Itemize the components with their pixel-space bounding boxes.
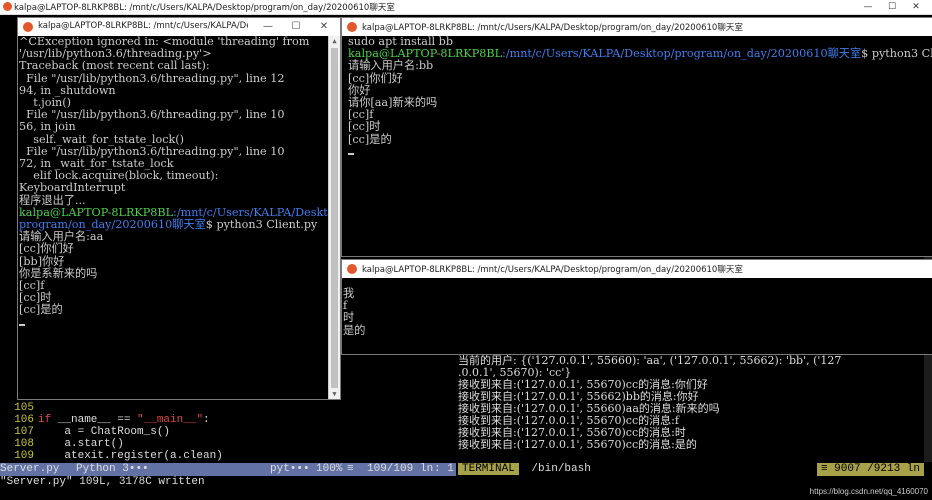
status-eq: ≡ [347, 463, 354, 475]
minimize-button[interactable]: — [856, 0, 880, 14]
terminal-line: 我 [343, 287, 355, 300]
outer-window-title: kalpa@LAPTOP-8LRKP8BL: /mnt/c/Users/KALP… [14, 3, 395, 13]
prompt-line: kalpa@LAPTOP-8LRKP8BL:/mnt/c/Users/KALPA… [348, 47, 932, 61]
status-position: 109/109 [367, 463, 414, 475]
terminal-line: [cc]你们好 [19, 242, 74, 256]
outer-titlebar: kalpa@LAPTOP-8LRKP8BL: /mnt/c/Users/KALP… [0, 0, 932, 15]
vertical-scrollbar[interactable]: ▲ ▼ [328, 36, 340, 399]
cmdline-message: "Server.py" 109L, 3178C written [0, 476, 205, 488]
client-window-bb[interactable]: kalpa@LAPTOP-8LRKP8BL: /mnt/c/Users/KALP… [341, 17, 932, 257]
terminal-line: [cc]f [348, 108, 374, 122]
window-title: kalpa@LAPTOP-8LRKP8BL: /mnt/c/Users/KALP… [362, 23, 743, 33]
cursor-line [347, 146, 932, 158]
status-col: : 1 [434, 463, 454, 475]
maximize-button[interactable]: ☐ [880, 0, 904, 14]
ubuntu-icon [347, 264, 357, 274]
scroll-up-icon[interactable]: ▲ [329, 36, 340, 46]
code-line: 108 a.start() [14, 438, 124, 450]
terminal-line: 你是系新来的吗 [19, 266, 98, 280]
minimize-button[interactable]: — [254, 19, 282, 35]
terminal-line: [cc]f [19, 279, 45, 293]
terminal-body[interactable]: ^CException ignored in: <module 'threadi… [18, 36, 329, 399]
terminal-line: [cc]你们好 [348, 71, 403, 85]
terminal-line: [cc]时 [19, 291, 52, 305]
status-percent: 100% [316, 463, 343, 475]
scroll-down-icon[interactable]: ▼ [329, 389, 340, 399]
scroll-thumb[interactable] [331, 48, 338, 388]
terminal-line: [cc]是的 [19, 303, 63, 317]
close-button[interactable]: ✕ [904, 0, 928, 14]
status-filetype: Python 3••• [76, 463, 149, 475]
terminal-line: [cc]是的 [348, 132, 392, 146]
terminal-badge: TERMINAL [458, 463, 519, 475]
text-cursor [348, 152, 354, 155]
shell-path: /bin/bash [531, 463, 591, 475]
window-title: kalpa@LAPTOP-8LRKP8BL: /mnt/c/Users/KALP… [362, 265, 743, 275]
terminal-line: 是的 [343, 323, 366, 337]
vim-statusline-left: Server.py Python 3••• pyt••• 100% ≡ 109/… [0, 463, 456, 476]
cursor-line [18, 317, 329, 329]
terminal-body[interactable]: 我 f 时 是的 [342, 278, 932, 354]
status-encoding: pyt••• [270, 463, 310, 475]
vim-statusline-right: TERMINAL /bin/bash ≡ 9007 /9213 ln [458, 463, 932, 476]
client-window-aa[interactable]: kalpa@LAPTOP-8LRKP8BL: /mnt/c/Users/KALP… [17, 17, 341, 400]
terminal-line: 请输入用户名:bb [348, 59, 434, 73]
window-titlebar[interactable]: kalpa@LAPTOP-8LRKP8BL: /mnt/c/Users/KALP… [18, 18, 340, 36]
client-window-cc[interactable]: kalpa@LAPTOP-8LRKP8BL: /mnt/c/Users/KALP… [341, 259, 932, 355]
terminal-line: 56, in join [19, 120, 76, 134]
terminal-line: KeyboardInterrupt [19, 181, 126, 195]
status-filename: Server.py [0, 463, 60, 475]
terminal-body[interactable]: sudo apt install bb kalpa@LAPTOP-8LRKP8B… [342, 36, 932, 256]
terminal-position: ≡ 9007 /9213 ln [816, 463, 924, 476]
terminal-line: Traceback (most recent call last): [19, 59, 210, 73]
code-line: 107 a = ChatRoom_s() [14, 426, 171, 438]
server-terminal-output: 当前的用户: {('127.0.0.1', 55660): 'aa', ('12… [458, 355, 924, 462]
watermark: https://blog.csdn.net/qq_4160070 [809, 487, 928, 496]
window-titlebar[interactable]: kalpa@LAPTOP-8LRKP8BL: /mnt/c/Users/KALP… [342, 18, 932, 36]
terminal-line: self._wait_for_tstate_lock() [19, 132, 184, 146]
vim-cmdline: "Server.py" 109L, 3178C written [0, 476, 932, 500]
ubuntu-icon [3, 2, 12, 11]
terminal-line: [cc]时 [348, 120, 381, 134]
code-line: 106 if __name__ == "__main__": [14, 414, 210, 426]
terminal-line: 接收到来自:('127.0.0.1', 55670)cc的消息:是的 [458, 438, 697, 451]
status-ln: ln [420, 463, 434, 475]
maximize-button[interactable]: ☐ [282, 19, 310, 35]
terminal-line: 时 [343, 311, 355, 325]
terminal-line: f [343, 299, 348, 313]
code-line: 105 [14, 402, 34, 414]
terminal-line: File "/usr/lib/python3.6/threading.py", … [19, 71, 285, 85]
ubuntu-icon [23, 22, 33, 32]
window-title: kalpa@LAPTOP-8LRKP8BL: /mnt/c/Users/KALP… [38, 21, 248, 31]
close-button[interactable]: ✕ [310, 19, 338, 35]
window-titlebar[interactable]: kalpa@LAPTOP-8LRKP8BL: /mnt/c/Users/KALP… [342, 260, 932, 278]
ubuntu-icon [347, 22, 357, 32]
code-line: 109 atexit.register(a.clean) [14, 450, 223, 462]
terminal-line: 请你[aa]新来的吗 [348, 96, 438, 110]
text-cursor [19, 323, 25, 326]
